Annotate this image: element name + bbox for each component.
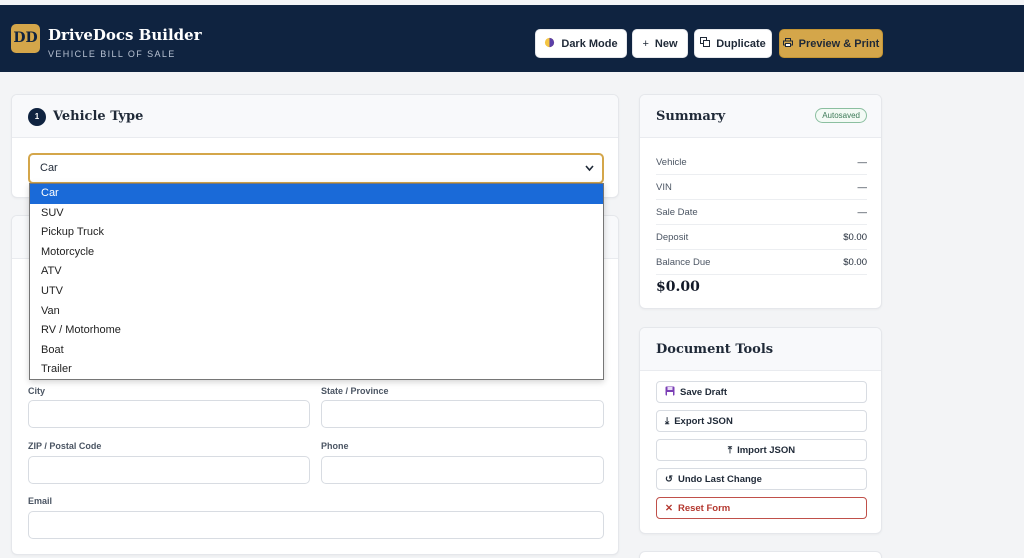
undo-button[interactable]: ↺ Undo Last Change [656,468,867,490]
vehicle-type-option[interactable]: Motorcycle [30,243,603,263]
vehicle-type-selected-value: Car [40,162,58,174]
save-draft-label: Save Draft [680,386,727,398]
zip-label: ZIP / Postal Code [28,441,102,451]
state-input[interactable] [321,400,604,428]
printer-icon [782,37,793,50]
export-json-label: Export JSON [674,415,733,427]
vehicle-type-option[interactable]: Car [30,184,603,204]
phone-input[interactable] [321,456,604,484]
city-label: City [28,386,46,396]
new-label: New [654,37,678,50]
vehicle-type-option[interactable]: SUV [30,204,603,224]
floppy-disk-icon [665,386,675,399]
summary-title: Summary [656,109,726,124]
plus-icon: + [642,37,649,50]
summary-row: Vehicle — [656,150,867,175]
summary-row-value: $0.00 [843,232,867,243]
save-draft-button[interactable]: Save Draft [656,381,867,403]
new-button[interactable]: + New [632,29,688,58]
app-title: DriveDocs Builder [48,26,202,44]
document-tools-card: Document Tools Save Draft ⤓ Export JSON … [639,327,882,534]
half-moon-icon [544,37,555,51]
import-json-label: Import JSON [737,444,796,456]
summary-total: $0.00 [656,279,700,295]
reset-form-label: Reset Form [677,502,731,514]
duplicate-button[interactable]: Duplicate [694,29,772,58]
next-card [639,551,882,558]
vehicle-type-select[interactable]: Car [28,153,604,184]
vehicle-type-header: 1 Vehicle Type [12,95,618,138]
dark-mode-button[interactable]: Dark Mode [535,29,627,58]
vehicle-type-dropdown: Car SUV Pickup Truck Motorcycle ATV UTV Van RV … [29,183,604,380]
document-tools-header: Document Tools [640,328,881,371]
state-label: State / Province [321,386,389,396]
zip-input[interactable] [28,456,310,484]
vehicle-type-option[interactable]: Trailer [30,360,603,380]
duplicate-label: Duplicate [716,37,766,50]
app-header: DD DriveDocs Builder VEHICLE BILL OF SAL… [0,5,1024,72]
app-subtitle: VEHICLE BILL OF SALE [48,49,176,59]
summary-header: Summary Autosaved [640,95,881,138]
summary-card: Summary Autosaved Vehicle — VIN — Sale Date —… [639,94,882,309]
summary-row-label: VIN [656,182,672,193]
summary-row: Sale Date — [656,200,867,225]
close-icon: ✕ [665,502,673,514]
phone-label: Phone [321,441,349,451]
app-logo: DD [11,24,40,53]
summary-row-label: Balance Due [656,257,711,268]
vehicle-type-option[interactable]: UTV [30,282,603,302]
upload-icon: ⤒ [727,444,733,456]
autosaved-badge: Autosaved [815,108,867,123]
preview-print-label: Preview & Print [798,37,880,50]
download-icon: ⤓ [665,415,670,427]
city-input[interactable] [28,400,310,428]
summary-row: Deposit $0.00 [656,225,867,250]
vehicle-type-option[interactable]: RV / Motorhome [30,321,603,341]
copy-icon [700,37,711,50]
dark-mode-label: Dark Mode [561,37,618,50]
summary-row-value: — [857,157,868,168]
vehicle-type-option[interactable]: ATV [30,262,603,282]
export-json-button[interactable]: ⤓ Export JSON [656,410,867,432]
undo-icon: ↺ [665,473,673,485]
summary-row-label: Deposit [656,232,689,243]
summary-row-label: Sale Date [656,207,698,218]
summary-row: VIN — [656,175,867,200]
email-label: Email [28,496,53,506]
import-json-button[interactable]: ⤒ Import JSON [656,439,867,461]
email-input[interactable] [28,511,604,539]
preview-print-button[interactable]: Preview & Print [779,29,883,58]
step-number-badge: 1 [28,108,46,126]
summary-row: Balance Due $0.00 [656,250,867,275]
undo-label: Undo Last Change [677,473,762,485]
vehicle-type-option[interactable]: Pickup Truck [30,223,603,243]
reset-form-button[interactable]: ✕ Reset Form [656,497,867,519]
summary-row-value: — [857,207,868,218]
vehicle-type-title: Vehicle Type [53,109,144,124]
summary-row-value: — [857,182,868,193]
summary-row-label: Vehicle [656,157,687,168]
vehicle-type-option[interactable]: Van [30,302,603,322]
document-tools-title: Document Tools [656,342,774,357]
summary-row-value: $0.00 [843,257,867,268]
vehicle-type-option[interactable]: Boat [30,341,603,361]
